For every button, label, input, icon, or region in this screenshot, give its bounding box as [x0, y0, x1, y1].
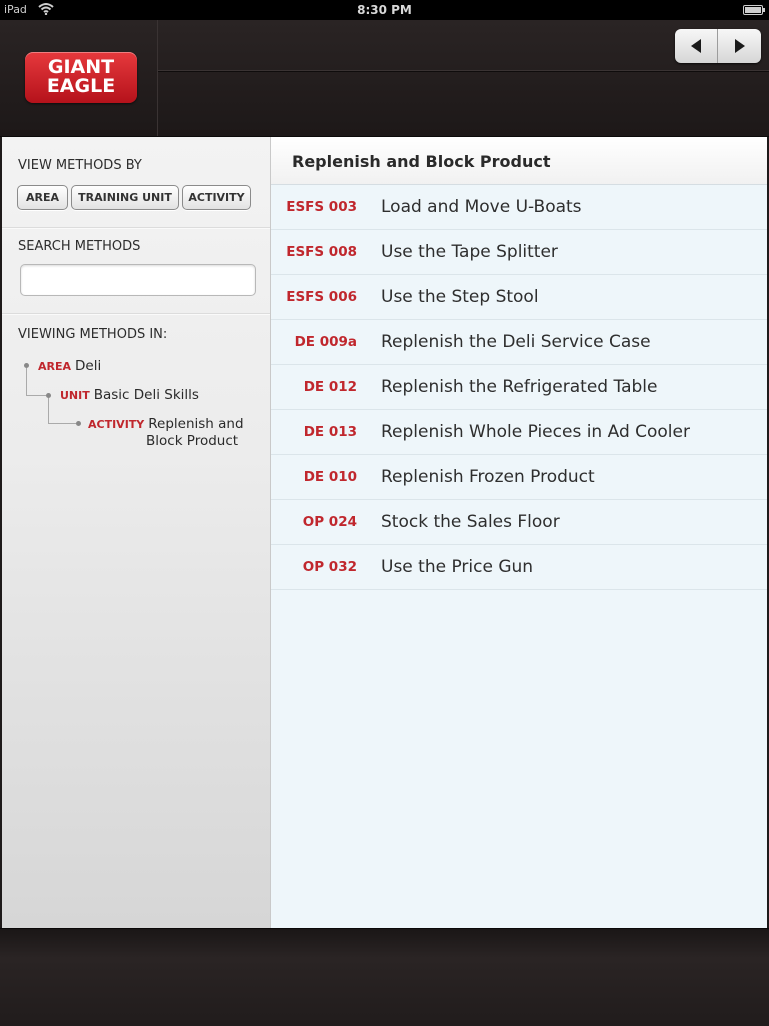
tree-area-keyword: AREA	[38, 360, 72, 373]
method-row[interactable]: ESFS 006 Use the Step Stool	[271, 275, 767, 320]
method-code: ESFS 008	[286, 244, 357, 260]
battery-icon	[743, 5, 765, 15]
method-code: DE 010	[303, 469, 357, 485]
method-row[interactable]: ESFS 008 Use the Tape Splitter	[271, 230, 767, 275]
method-label: Stock the Sales Floor	[381, 512, 560, 532]
tree-area-value: Deli	[75, 358, 102, 374]
method-code: OP 032	[302, 559, 357, 575]
method-code: ESFS 003	[286, 199, 357, 215]
tree-unit-value: Basic Deli Skills	[93, 387, 199, 403]
nav-button-group	[675, 29, 761, 63]
methods-panel: Replenish and Block Product ESFS 003 Loa…	[271, 137, 767, 928]
status-bar: iPad 8:30 PM	[0, 0, 769, 20]
tree-node-dot	[76, 421, 81, 426]
method-row[interactable]: OP 032 Use the Price Gun	[271, 545, 767, 590]
back-arrow-icon	[691, 39, 701, 53]
method-code: DE 013	[303, 424, 357, 440]
tree-activity-value-line1: Replenish and	[148, 416, 244, 432]
tree-activity-keyword: ACTIVITY	[88, 418, 145, 431]
tree-unit-keyword: UNIT	[60, 389, 90, 402]
method-label: Replenish the Deli Service Case	[381, 332, 651, 352]
methods-title-bar: Replenish and Block Product	[271, 137, 767, 185]
header-divider	[158, 70, 769, 72]
method-label: Use the Step Stool	[381, 287, 539, 307]
logo-line-2: EAGLE	[46, 75, 116, 97]
filter-area-button[interactable]: AREA	[17, 185, 68, 210]
page-title: Replenish and Block Product	[292, 152, 551, 171]
back-button[interactable]	[675, 29, 718, 63]
method-label: Load and Move U-Boats	[381, 197, 582, 217]
sidebar: VIEW METHODS BY AREA TRAINING UNIT ACTIV…	[2, 137, 271, 928]
tree-item-activity[interactable]: ACTIVITY Replenish and	[88, 416, 244, 432]
forward-arrow-icon	[734, 39, 745, 53]
method-row[interactable]: DE 013 Replenish Whole Pieces in Ad Cool…	[271, 410, 767, 455]
forward-button[interactable]	[718, 29, 761, 63]
filter-training-unit-button[interactable]: TRAINING UNIT	[71, 185, 179, 210]
method-row[interactable]: OP 024 Stock the Sales Floor	[271, 500, 767, 545]
method-row[interactable]: DE 012 Replenish the Refrigerated Table	[271, 365, 767, 410]
tree-connector	[48, 423, 76, 424]
sidebar-divider	[2, 313, 270, 315]
method-row[interactable]: DE 009a Replenish the Deli Service Case	[271, 320, 767, 365]
viewing-methods-heading: VIEWING METHODS IN:	[18, 327, 168, 342]
giant-eagle-logo: GIANT EAGLE	[25, 52, 137, 103]
method-label: Use the Price Gun	[381, 557, 534, 577]
search-input[interactable]	[20, 264, 256, 296]
tree-activity-value-line2: Block Product	[146, 433, 239, 449]
search-methods-heading: SEARCH METHODS	[18, 239, 141, 254]
method-label: Use the Tape Splitter	[381, 242, 558, 262]
sidebar-divider	[2, 227, 270, 229]
method-label: Replenish Frozen Product	[381, 467, 595, 487]
method-row[interactable]: DE 010 Replenish Frozen Product	[271, 455, 767, 500]
footer-bar	[0, 928, 769, 1026]
method-label: Replenish Whole Pieces in Ad Cooler	[381, 422, 690, 442]
method-code: DE 009a	[294, 334, 357, 350]
logo-panel: GIANT EAGLE	[0, 20, 158, 136]
status-time: 8:30 PM	[357, 3, 412, 17]
tree-item-area[interactable]: AREA Deli	[38, 358, 101, 374]
tree-connector	[26, 368, 27, 396]
tree-connector	[48, 398, 49, 424]
method-code: ESFS 006	[286, 289, 357, 305]
view-methods-heading: VIEW METHODS BY	[18, 158, 142, 173]
tree-connector	[26, 395, 46, 396]
method-code: DE 012	[303, 379, 357, 395]
method-label: Replenish the Refrigerated Table	[381, 377, 658, 397]
method-row[interactable]: ESFS 003 Load and Move U-Boats	[271, 185, 767, 230]
tree-item-unit[interactable]: UNIT Basic Deli Skills	[60, 387, 199, 403]
filter-activity-button[interactable]: ACTIVITY	[182, 185, 251, 210]
method-code: OP 024	[302, 514, 357, 530]
methods-list: ESFS 003 Load and Move U-Boats ESFS 008 …	[271, 185, 767, 590]
app-header: GIANT EAGLE	[0, 20, 769, 137]
